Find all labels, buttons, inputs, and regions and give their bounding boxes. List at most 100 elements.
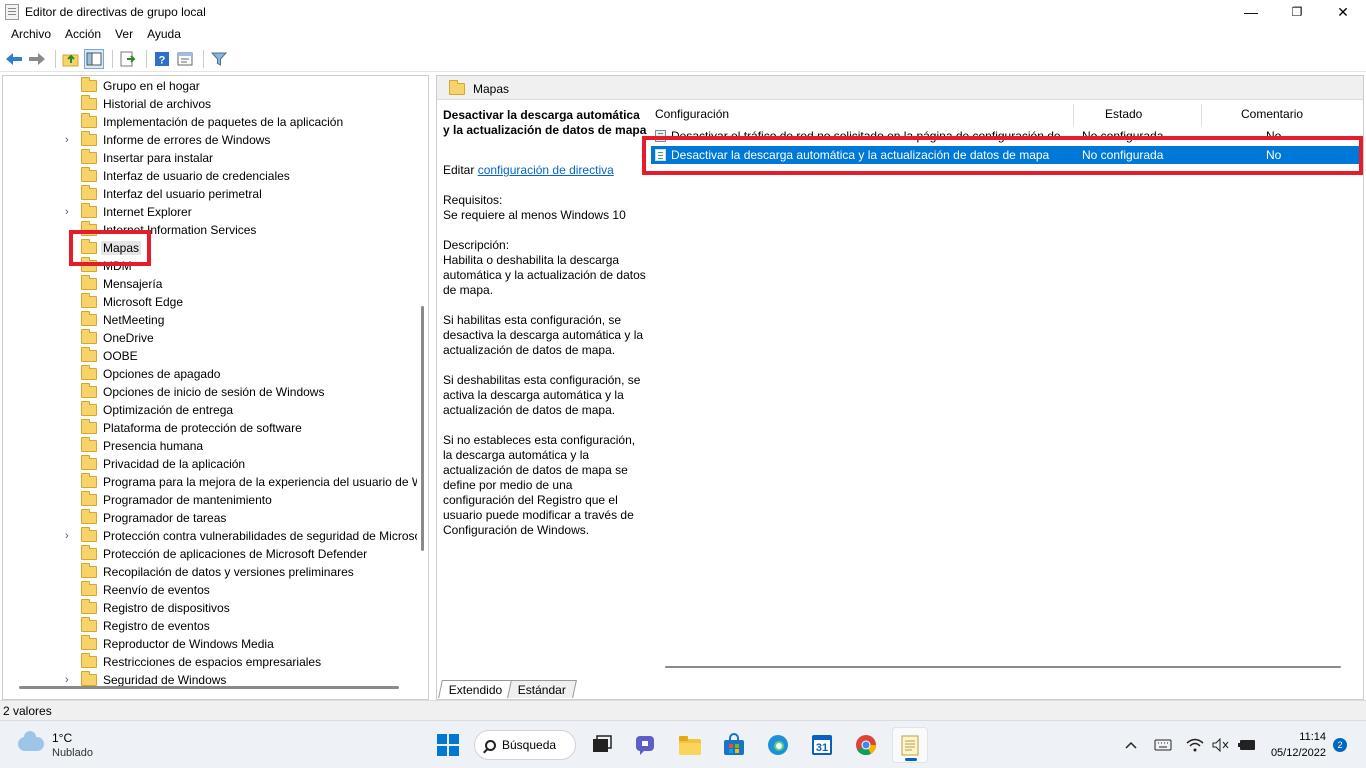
tree-item[interactable]: Programador de tareas: [3, 509, 417, 527]
close-button[interactable]: ✕: [1320, 0, 1366, 24]
keyboard-icon[interactable]: [1152, 735, 1174, 755]
tree-item-label: Reproductor de Windows Media: [103, 637, 274, 651]
tree-item[interactable]: Mapas: [3, 239, 417, 257]
weather-widget[interactable]: 1°C Nublado: [18, 729, 138, 761]
tree-vertical-scrollbar[interactable]: [421, 306, 424, 551]
chevron-right-icon[interactable]: ›: [65, 674, 75, 686]
folder-icon: [81, 545, 97, 560]
forward-arrow-icon[interactable]: [27, 49, 47, 69]
tree-item[interactable]: OOBE: [3, 347, 417, 365]
menu-ayuda[interactable]: Ayuda: [140, 27, 188, 41]
start-button[interactable]: [430, 727, 466, 763]
tree-item[interactable]: Grupo en el hogar: [3, 77, 417, 95]
tree-item[interactable]: OneDrive: [3, 329, 417, 347]
maximize-button[interactable]: ❐: [1274, 0, 1320, 24]
tree-item[interactable]: Implementación de paquetes de la aplicac…: [3, 113, 417, 131]
details-header-title: Mapas: [473, 82, 510, 96]
tab-extended[interactable]: Extendido: [438, 680, 514, 698]
folder-icon: [81, 203, 97, 218]
gpedit-taskbar-button[interactable]: [892, 727, 928, 763]
tab-standard[interactable]: Estándar: [507, 680, 578, 698]
show-hide-tree-icon[interactable]: [84, 48, 104, 69]
microsoft-store-button[interactable]: [716, 727, 752, 763]
notification-badge[interactable]: 2: [1333, 738, 1347, 752]
filter-icon[interactable]: [209, 49, 229, 69]
folder-icon: [81, 563, 97, 578]
tree-item[interactable]: Privacidad de la aplicación: [3, 455, 417, 473]
list-horizontal-scrollbar[interactable]: [665, 666, 1341, 668]
chevron-right-icon[interactable]: ›: [65, 134, 75, 146]
tree-item[interactable]: Internet Information Services: [3, 221, 417, 239]
minimize-button[interactable]: —: [1228, 0, 1274, 24]
tree-item[interactable]: Programa para la mejora de la experienci…: [3, 473, 417, 491]
tree-item[interactable]: Registro de eventos: [3, 617, 417, 635]
tree-item[interactable]: Historial de archivos: [3, 95, 417, 113]
clock[interactable]: 11:14 05/12/2022: [1266, 729, 1326, 761]
export-list-icon[interactable]: [118, 49, 138, 69]
column-header-state[interactable]: Estado: [1105, 107, 1142, 121]
file-explorer-button[interactable]: [672, 727, 708, 763]
tree-item[interactable]: NetMeeting: [3, 311, 417, 329]
tree-pane[interactable]: Grupo en el hogar Historial de archivos Im…: [2, 75, 429, 700]
volume-muted-icon[interactable]: [1210, 735, 1232, 755]
tree-item[interactable]: › Internet Explorer: [3, 203, 417, 221]
policy-description: Desactivar la descarga automática y la a…: [443, 108, 647, 538]
battery-icon[interactable]: [1236, 735, 1258, 755]
menu-archivo[interactable]: Archivo: [4, 27, 58, 41]
chevron-right-icon[interactable]: ›: [65, 206, 75, 218]
properties-icon[interactable]: [175, 49, 195, 69]
menu-ver[interactable]: Ver: [108, 27, 140, 41]
tree-item[interactable]: Opciones de inicio de sesión de Windows: [3, 383, 417, 401]
tree-item[interactable]: Protección de aplicaciones de Microsoft …: [3, 545, 417, 563]
chevron-right-icon[interactable]: ›: [65, 530, 75, 542]
tree-item[interactable]: Opciones de apagado: [3, 365, 417, 383]
tree-item-label: Grupo en el hogar: [103, 79, 200, 93]
tree-item[interactable]: Reenvío de eventos: [3, 581, 417, 599]
edge-browser-button[interactable]: [760, 727, 796, 763]
folder-icon: [81, 77, 97, 92]
up-folder-icon[interactable]: [61, 49, 81, 69]
tree-item-label: OneDrive: [103, 331, 154, 345]
calendar-app-button[interactable]: 31: [804, 727, 840, 763]
chrome-browser-button[interactable]: [848, 727, 884, 763]
tree-item[interactable]: Presencia humana: [3, 437, 417, 455]
tree-horizontal-scrollbar[interactable]: [19, 686, 399, 689]
column-header-comment[interactable]: Comentario: [1241, 107, 1303, 121]
task-view-button[interactable]: [584, 727, 620, 763]
tree-item[interactable]: Registro de dispositivos: [3, 599, 417, 617]
tree-item[interactable]: Reproductor de Windows Media: [3, 635, 417, 653]
description-text: Habilita o deshabilita la descarga autom…: [443, 253, 646, 297]
column-divider[interactable]: [1073, 104, 1074, 126]
tree-item-label: Insertar para instalar: [103, 151, 214, 165]
tree-item[interactable]: Mensajería: [3, 275, 417, 293]
teams-chat-button[interactable]: [628, 727, 664, 763]
highlight-box-policy-row: [642, 136, 1363, 175]
tree-item[interactable]: MDM: [3, 257, 417, 275]
taskbar-search[interactable]: Búsqueda: [474, 730, 576, 760]
tree-item[interactable]: Interfaz del usuario perimetral: [3, 185, 417, 203]
column-divider[interactable]: [1201, 104, 1202, 126]
tree-item[interactable]: Restricciones de espacios empresariales: [3, 653, 417, 671]
tree-item[interactable]: › Informe de errores de Windows: [3, 131, 417, 149]
tree-item-label: OOBE: [103, 349, 138, 363]
folder-icon: [81, 581, 97, 596]
tree-item[interactable]: › Protección contra vulnerabilidades de s…: [3, 527, 417, 545]
menu-accion[interactable]: Acción: [58, 27, 108, 41]
folder-icon: [81, 149, 97, 164]
tree-item[interactable]: Programador de mantenimiento: [3, 491, 417, 509]
calendar-day: 31: [815, 741, 829, 754]
chevron-up-icon[interactable]: [1120, 735, 1142, 755]
toolbar-separator: [203, 49, 204, 68]
tree-item[interactable]: Insertar para instalar: [3, 149, 417, 167]
tree-item[interactable]: Plataforma de protección de software: [3, 419, 417, 437]
weather-temperature: 1°C: [52, 731, 73, 745]
edit-policy-link[interactable]: configuración de directiva: [478, 163, 614, 177]
tree-item[interactable]: Microsoft Edge: [3, 293, 417, 311]
wifi-icon[interactable]: [1184, 735, 1206, 755]
tree-item[interactable]: Recopilación de datos y versiones prelim…: [3, 563, 417, 581]
tree-item[interactable]: Optimización de entrega: [3, 401, 417, 419]
help-icon[interactable]: ?: [152, 49, 172, 69]
back-arrow-icon[interactable]: [4, 49, 24, 69]
tree-item[interactable]: Interfaz de usuario de credenciales: [3, 167, 417, 185]
column-header-setting[interactable]: Configuración: [655, 107, 729, 121]
